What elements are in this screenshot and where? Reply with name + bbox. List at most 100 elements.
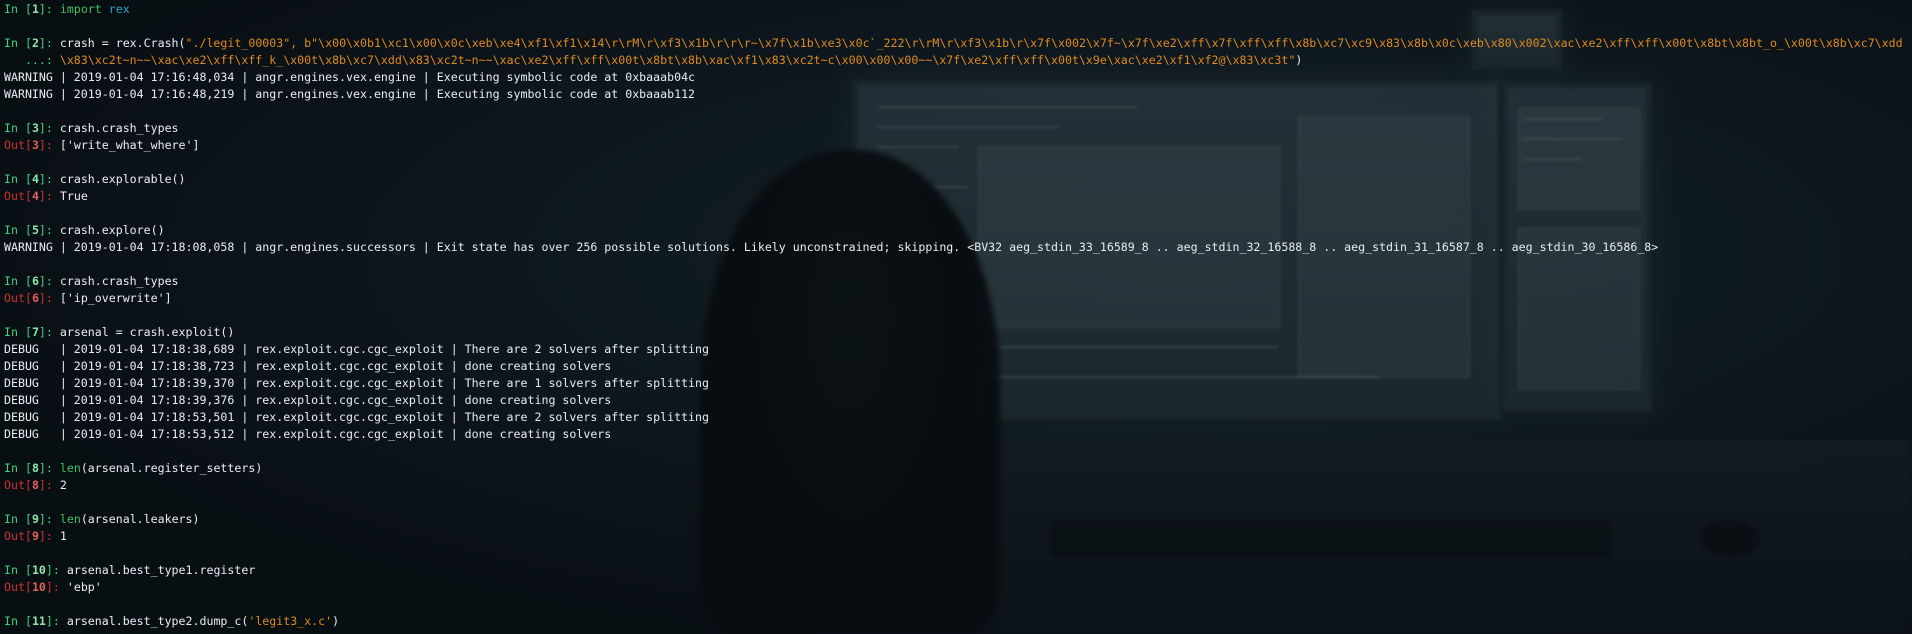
input-cell: In [1]: import rex [4,1,1908,18]
log-line: DEBUG | 2019-01-04 17:18:53,512 | rex.ex… [4,426,1908,443]
prompt-number: 1 [31,2,39,16]
output-cell: Out[3]: ['write_what_where'] [4,137,1908,154]
code-token: ) [1295,53,1303,67]
code-token: \x83\xc2t~n~~\xac\xe2\xff\xff_k_\x00t\x8… [59,53,1296,67]
prompt-open-bracket: [ [24,121,32,135]
in-prompt-label: In [4,223,25,237]
code-token: crash.explore() [59,223,165,237]
prompt-close-bracket: ]: [45,563,67,577]
in-prompt-label: In [4,172,25,186]
in-prompt-label: In [4,2,25,16]
prompt-close-bracket: ]: [38,274,60,288]
input-cell: In [2]: crash = rex.Crash("./legit_00003… [4,35,1908,52]
in-prompt-label: In [4,614,25,628]
log-text: DEBUG | 2019-01-04 17:18:39,376 | rex.ex… [4,393,612,407]
prompt-number: 8 [31,461,39,475]
log-line: DEBUG | 2019-01-04 17:18:39,370 | rex.ex… [4,375,1908,392]
output-value: 1 [59,529,67,543]
prompt-number: 2 [31,36,39,50]
output-cell: Out[8]: 2 [4,477,1908,494]
code-token: arsenal.best_type2.dump_c( [66,614,249,628]
prompt-number: 4 [31,172,39,186]
prompt-close-bracket: ]: [38,325,60,339]
prompt-close-bracket: ]: [38,478,60,492]
prompt-open-bracket: [ [24,478,32,492]
output-cell: Out[10]: 'ebp' [4,579,1908,596]
log-line: DEBUG | 2019-01-04 17:18:38,689 | rex.ex… [4,341,1908,358]
output-value: ['write_what_where'] [59,138,200,152]
prompt-open-bracket: [ [24,138,32,152]
code-token: len [59,461,81,475]
prompt-close-bracket: ]: [45,580,67,594]
log-line: WARNING | 2019-01-04 17:16:48,034 | angr… [4,69,1908,86]
log-text: WARNING | 2019-01-04 17:18:08,058 | angr… [4,240,1659,254]
input-cell: In [5]: crash.explore() [4,222,1908,239]
out-prompt-label: Out [4,529,25,543]
out-prompt-label: Out [4,580,25,594]
code-token: 'legit3_x.c' [248,614,333,628]
prompt-number: 9 [31,512,39,526]
input-cell: In [8]: len(arsenal.register_setters) [4,460,1908,477]
prompt-open-bracket: [ [24,291,32,305]
prompt-open-bracket: [ [24,614,32,628]
prompt-close-bracket: ]: [38,189,60,203]
in-prompt-label: In [4,461,25,475]
prompt-open-bracket: [ [24,461,32,475]
in-prompt-label: In [4,325,25,339]
prompt-close-bracket: ]: [38,36,60,50]
prompt-open-bracket: [ [24,172,32,186]
output-value: 'ebp' [66,580,102,594]
log-text: DEBUG | 2019-01-04 17:18:53,512 | rex.ex… [4,427,612,441]
output-cell: Out[6]: ['ip_overwrite'] [4,290,1908,307]
in-prompt-label: In [4,563,25,577]
prompt-open-bracket: [ [24,325,32,339]
in-prompt-label: In [4,36,25,50]
code-token: ) [332,614,340,628]
in-prompt-label: In [4,274,25,288]
prompt-close-bracket: ]: [38,121,60,135]
prompt-close-bracket: ]: [38,138,60,152]
code-token: import [59,2,102,16]
code-token: (arsenal.leakers) [80,512,200,526]
input-cell: In [11]: arsenal.best_type2.dump_c('legi… [4,613,1908,630]
prompt-close-bracket: ]: [38,461,60,475]
code-token: crash.crash_types [59,121,179,135]
prompt-number: 7 [31,325,39,339]
prompt-close-bracket: ]: [38,172,60,186]
prompt-close-bracket: ]: [38,2,60,16]
output-cell: Out[9]: 1 [4,528,1908,545]
prompt-close-bracket: ]: [38,291,60,305]
out-prompt-label: Out [4,478,25,492]
log-line: WARNING | 2019-01-04 17:18:08,058 | angr… [4,239,1908,256]
input-cell: In [9]: len(arsenal.leakers) [4,511,1908,528]
log-text: DEBUG | 2019-01-04 17:18:38,689 | rex.ex… [4,342,709,356]
log-text: DEBUG | 2019-01-04 17:18:53,501 | rex.ex… [4,410,709,424]
prompt-number: 9 [31,529,39,543]
prompt-number: 5 [31,223,39,237]
prompt-close-bracket: ]: [38,512,60,526]
log-text: WARNING | 2019-01-04 17:16:48,034 | angr… [4,70,696,84]
prompt-number: 6 [31,291,39,305]
code-token: crash.explorable() [59,172,186,186]
output-value: ['ip_overwrite'] [59,291,172,305]
code-token: arsenal.best_type1.register [66,563,256,577]
prompt-open-bracket: [ [24,274,32,288]
log-line: DEBUG | 2019-01-04 17:18:39,376 | rex.ex… [4,392,1908,409]
code-token: rex [108,2,130,16]
ipython-terminal[interactable]: In [1]: import rex In [2]: crash = rex.Cr… [4,1,1908,630]
input-cell: In [7]: arsenal = crash.exploit() [4,324,1908,341]
in-prompt-label: In [4,512,25,526]
prompt-number: 8 [31,478,39,492]
log-line: DEBUG | 2019-01-04 17:18:53,501 | rex.ex… [4,409,1908,426]
log-text: WARNING | 2019-01-04 17:16:48,219 | angr… [4,87,696,101]
prompt-close-bracket: ]: [38,223,60,237]
